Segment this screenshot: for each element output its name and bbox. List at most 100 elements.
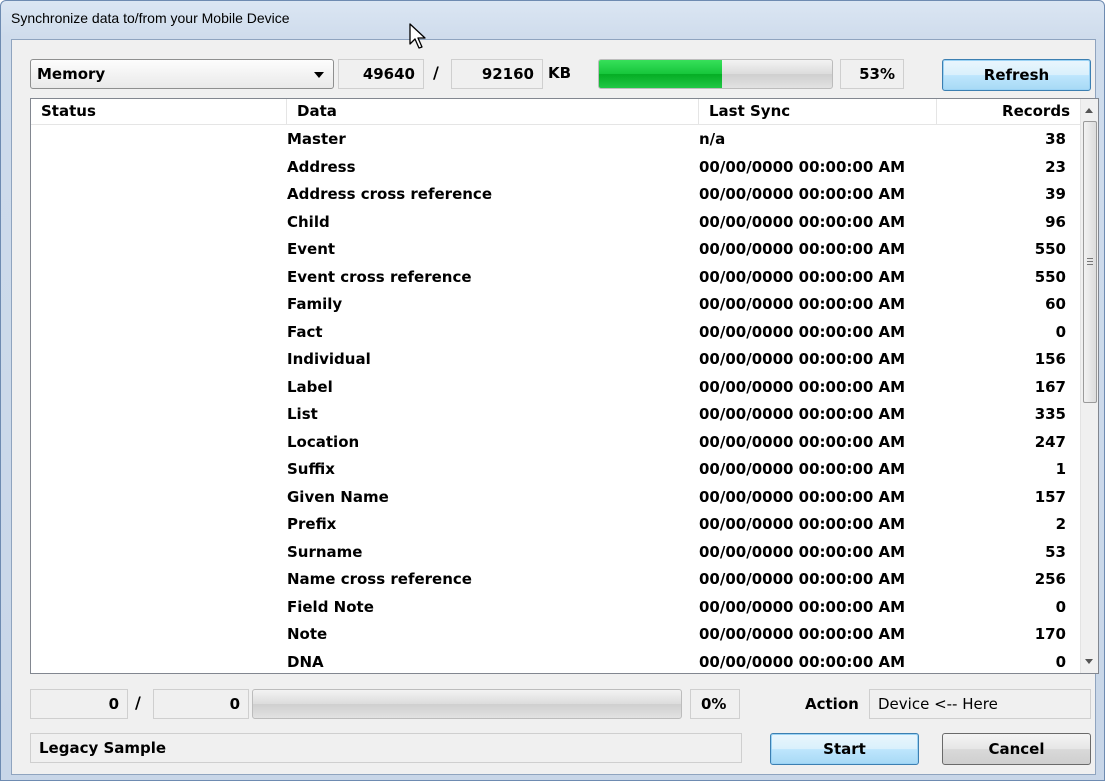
table-row[interactable]: Field Note 00/00/0000 00:00:00 AM 0 <box>31 594 1080 622</box>
row-data-cell: Address cross reference <box>287 185 492 203</box>
row-data-cell: Family <box>287 295 343 313</box>
scrollbar-thumb[interactable] <box>1083 121 1097 403</box>
column-header-data[interactable]: Data <box>287 99 699 125</box>
memory-dropdown[interactable]: Memory <box>30 59 334 89</box>
row-records-cell: 23 <box>1045 157 1066 176</box>
list-rows: Master n/a 38 Address 00/00/0000 00:00:00 AM… <box>31 126 1080 674</box>
column-header-last-sync[interactable]: Last Sync <box>699 99 937 125</box>
table-row[interactable]: List 00/00/0000 00:00:00 AM 335 <box>31 401 1080 429</box>
row-last-sync-cell: 00/00/0000 00:00:00 AM <box>699 157 906 176</box>
table-row[interactable]: Address 00/00/0000 00:00:00 AM 23 <box>31 154 1080 182</box>
sync-separator: / <box>135 693 141 712</box>
sync-total-field: 0 <box>153 689 249 719</box>
table-row[interactable]: Event cross reference 00/00/0000 00:00:00… <box>31 264 1080 292</box>
row-data-cell: Field Note <box>287 597 374 616</box>
row-records-cell: 247 <box>1034 432 1066 451</box>
row-last-sync-cell: 00/00/0000 00:00:00 AM <box>699 570 906 588</box>
table-row[interactable]: Individual 00/00/0000 00:00:00 AM 156 <box>31 346 1080 374</box>
row-records-cell: 335 <box>1034 405 1066 423</box>
mouse-pointer-icon <box>409 23 426 49</box>
memory-used-field: 49640 <box>338 59 424 89</box>
row-data-cell: DNA <box>287 652 324 671</box>
row-last-sync-cell: 00/00/0000 00:00:00 AM <box>699 267 906 286</box>
memory-dropdown-value: Memory <box>37 65 106 83</box>
row-data-cell: List <box>287 405 318 423</box>
table-row[interactable]: Master n/a 38 <box>31 126 1080 154</box>
refresh-button[interactable]: Refresh <box>942 59 1091 91</box>
row-records-cell: 256 <box>1034 570 1066 588</box>
row-last-sync-cell: 00/00/0000 00:00:00 AM <box>699 460 906 478</box>
row-last-sync-cell: 00/00/0000 00:00:00 AM <box>699 432 906 451</box>
start-button[interactable]: Start <box>770 733 919 765</box>
arrow-down-icon[interactable] <box>1085 659 1093 664</box>
action-value-field: Device <-- Here <box>869 689 1091 719</box>
row-last-sync-cell: 00/00/0000 00:00:00 AM <box>699 487 906 506</box>
row-last-sync-cell: 00/00/0000 00:00:00 AM <box>699 515 906 533</box>
row-records-cell: 2 <box>1055 515 1066 533</box>
sync-done-field: 0 <box>30 689 128 719</box>
row-records-cell: 38 <box>1045 130 1066 148</box>
table-row[interactable]: Fact 00/00/0000 00:00:00 AM 0 <box>31 319 1080 347</box>
vertical-scrollbar[interactable] <box>1080 99 1098 673</box>
row-data-cell: Address <box>287 157 356 176</box>
row-last-sync-cell: 00/00/0000 00:00:00 AM <box>699 542 906 561</box>
table-row[interactable]: Location 00/00/0000 00:00:00 AM 247 <box>31 429 1080 457</box>
memory-total-field: 92160 <box>451 59 543 89</box>
row-records-cell: 60 <box>1045 295 1066 313</box>
row-last-sync-cell: 00/00/0000 00:00:00 AM <box>699 212 906 231</box>
table-row[interactable]: Event 00/00/0000 00:00:00 AM 550 <box>31 236 1080 264</box>
table-row[interactable]: Name cross reference 00/00/0000 00:00:00 … <box>31 566 1080 594</box>
sync-dialog-window: Synchronize data to/from your Mobile Dev… <box>0 0 1105 781</box>
row-last-sync-cell: 00/00/0000 00:00:00 AM <box>699 377 906 396</box>
row-records-cell: 96 <box>1045 212 1066 231</box>
column-header-records[interactable]: Records <box>937 99 1080 125</box>
table-row[interactable]: Note 00/00/0000 00:00:00 AM 170 <box>31 621 1080 649</box>
table-row[interactable]: DNA 00/00/0000 00:00:00 AM 0 <box>31 649 1080 674</box>
memory-progress-bar <box>598 59 833 89</box>
row-data-cell: Location <box>287 432 360 451</box>
title-bar[interactable]: Synchronize data to/from your Mobile Dev… <box>1 1 1104 39</box>
chevron-down-icon <box>314 72 324 78</box>
sync-data-list[interactable]: Status Data Last Sync Records Master n/a 3… <box>30 98 1099 674</box>
row-records-cell: 0 <box>1055 597 1066 616</box>
row-data-cell: Given Name <box>287 487 389 506</box>
sync-progress-bar <box>252 689 682 719</box>
arrow-up-icon[interactable] <box>1085 108 1093 113</box>
row-last-sync-cell: 00/00/0000 00:00:00 AM <box>699 350 906 368</box>
list-header: Status Data Last Sync Records <box>31 99 1080 125</box>
cancel-button[interactable]: Cancel <box>942 733 1091 765</box>
row-last-sync-cell: 00/00/0000 00:00:00 AM <box>699 185 906 203</box>
row-data-cell: Child <box>287 212 330 231</box>
table-row[interactable]: Given Name 00/00/0000 00:00:00 AM 157 <box>31 484 1080 512</box>
row-records-cell: 550 <box>1034 240 1066 258</box>
row-data-cell: Label <box>287 377 333 396</box>
row-last-sync-cell: 00/00/0000 00:00:00 AM <box>699 405 906 423</box>
row-data-cell: Fact <box>287 322 323 341</box>
table-row[interactable]: Label 00/00/0000 00:00:00 AM 167 <box>31 374 1080 402</box>
sync-percent-field: 0% <box>690 689 740 719</box>
dialog-client-area: Memory 49640 / 92160 KB 53% Refresh Stat… <box>11 39 1099 775</box>
column-header-status[interactable]: Status <box>31 99 287 125</box>
memory-separator: / <box>433 63 439 82</box>
table-row[interactable]: Address cross reference 00/00/0000 00:00:… <box>31 181 1080 209</box>
row-last-sync-cell: n/a <box>699 130 726 148</box>
memory-percent-field: 53% <box>840 59 904 89</box>
row-data-cell: Suffix <box>287 460 335 478</box>
row-records-cell: 53 <box>1045 542 1066 561</box>
row-records-cell: 0 <box>1055 322 1066 341</box>
row-records-cell: 157 <box>1034 487 1066 506</box>
table-row[interactable]: Prefix 00/00/0000 00:00:00 AM 2 <box>31 511 1080 539</box>
row-data-cell: Event cross reference <box>287 267 472 286</box>
row-last-sync-cell: 00/00/0000 00:00:00 AM <box>699 295 906 313</box>
row-last-sync-cell: 00/00/0000 00:00:00 AM <box>699 240 906 258</box>
row-records-cell: 550 <box>1034 267 1066 286</box>
row-records-cell: 0 <box>1055 652 1066 671</box>
table-row[interactable]: Child 00/00/0000 00:00:00 AM 96 <box>31 209 1080 237</box>
row-records-cell: 167 <box>1034 377 1066 396</box>
table-row[interactable]: Family 00/00/0000 00:00:00 AM 60 <box>31 291 1080 319</box>
row-records-cell: 170 <box>1034 625 1066 643</box>
table-row[interactable]: Surname 00/00/0000 00:00:00 AM 53 <box>31 539 1080 567</box>
row-records-cell: 156 <box>1034 350 1066 368</box>
table-row[interactable]: Suffix 00/00/0000 00:00:00 AM 1 <box>31 456 1080 484</box>
file-name-field: Legacy Sample <box>30 733 742 763</box>
